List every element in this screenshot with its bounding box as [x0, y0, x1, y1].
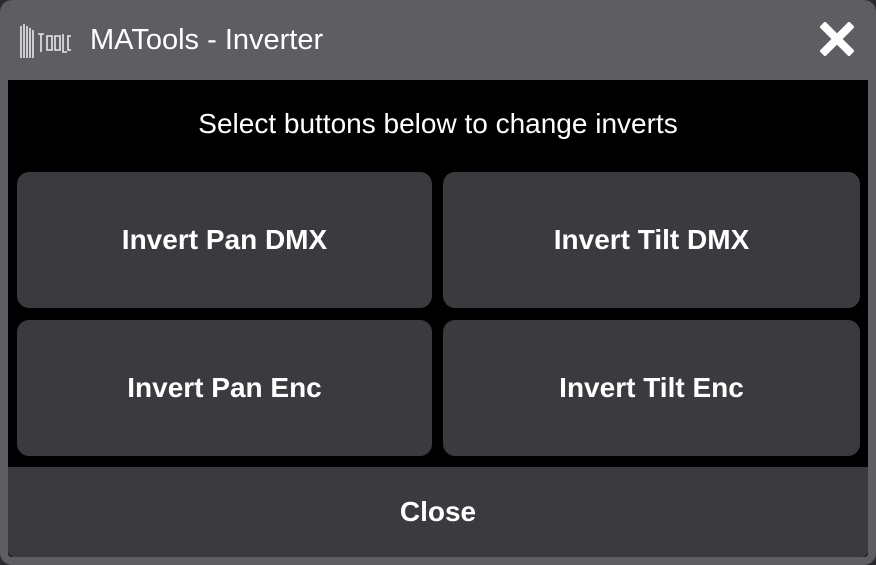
close-button[interactable]: Close [8, 467, 868, 557]
title-bar[interactable]: MATools - Inverter [8, 0, 868, 80]
invert-tilt-dmx-button[interactable]: Invert Tilt DMX [443, 172, 860, 308]
invert-tilt-enc-button[interactable]: Invert Tilt Enc [443, 320, 860, 456]
inverter-dialog: MATools - Inverter Select buttons below … [0, 0, 876, 565]
instructions-text: Select buttons below to change inverts [198, 108, 678, 139]
matools-logo-icon [20, 24, 71, 58]
invert-pan-dmx-button[interactable]: Invert Pan DMX [17, 172, 432, 308]
close-x-icon[interactable] [820, 22, 854, 56]
window-title: MATools - Inverter [90, 24, 324, 56]
invert-pan-enc-button[interactable]: Invert Pan Enc [17, 320, 432, 456]
